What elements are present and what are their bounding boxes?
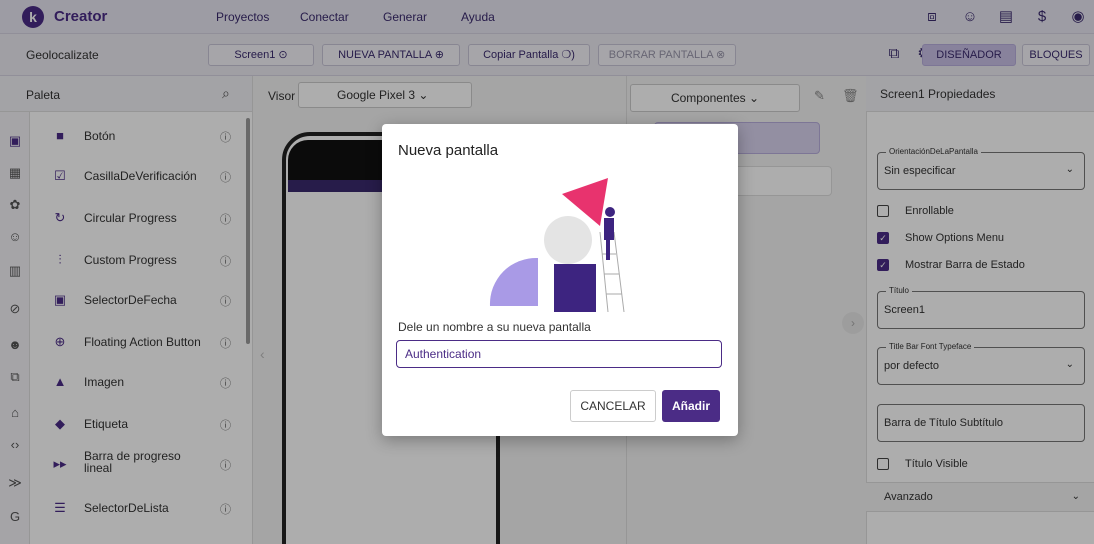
new-screen-illustration — [489, 178, 625, 313]
screen-name-input[interactable] — [396, 340, 722, 368]
add-button[interactable]: Añadir — [662, 390, 720, 422]
dialog-title: Nueva pantalla — [398, 142, 499, 159]
dialog-prompt: Dele un nombre a su nueva pantalla — [398, 320, 591, 334]
new-screen-dialog: Nueva pantalla Dele un nombre a su nueva… — [382, 124, 738, 436]
cancel-button[interactable]: CANCELAR — [570, 390, 656, 422]
